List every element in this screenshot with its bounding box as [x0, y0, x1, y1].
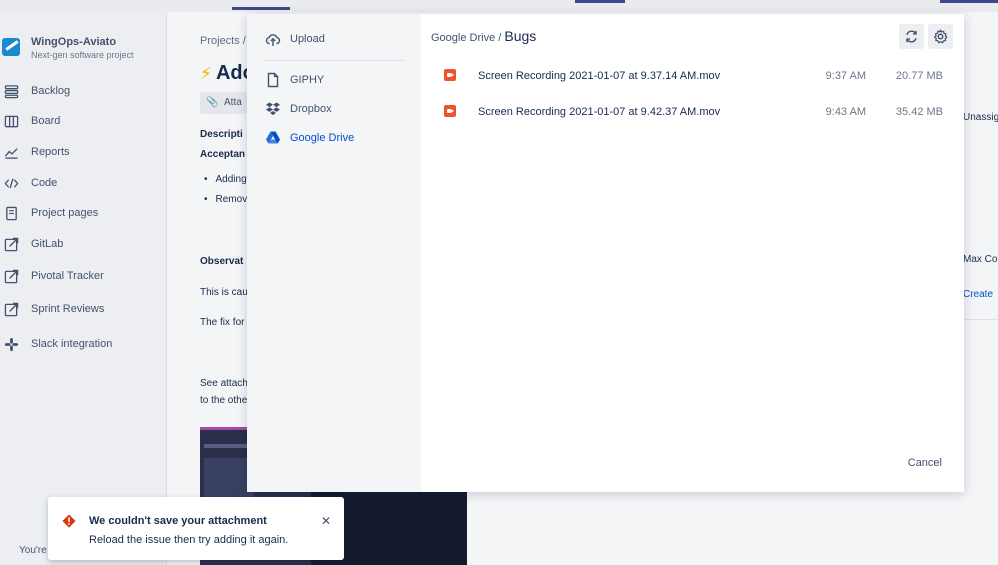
- list-item: Remov: [204, 194, 248, 205]
- video-file-icon: [444, 69, 456, 81]
- slack-icon: [3, 336, 19, 352]
- breadcrumb-root[interactable]: Google Drive: [431, 32, 495, 44]
- close-icon[interactable]: ✕: [321, 514, 331, 528]
- sidebar-item-label: Sprint Reviews: [31, 303, 105, 315]
- error-title: We couldn't save your attachment: [89, 515, 267, 527]
- project-type: Next-gen software project: [31, 50, 134, 60]
- external-link-icon: [3, 301, 19, 317]
- source-label: Upload: [290, 33, 325, 45]
- code-icon: [3, 175, 19, 191]
- backlog-icon: [3, 83, 19, 99]
- breadcrumb[interactable]: Projects /: [200, 35, 246, 47]
- file-size: 20.77 MB: [895, 70, 943, 82]
- file-row[interactable]: Screen Recording 2021-01-07 at 9.37.14 A…: [431, 64, 954, 88]
- refresh-button[interactable]: [899, 24, 924, 49]
- sidebar-item-label: Pivotal Tracker: [31, 270, 104, 282]
- refresh-icon: [906, 30, 917, 43]
- sidebar-item-label: GitLab: [31, 238, 64, 250]
- description-text: See attach: [200, 378, 248, 389]
- breadcrumb-separator: /: [498, 32, 502, 44]
- reports-icon: [3, 144, 19, 160]
- sidebar-item-label: Slack integration: [31, 338, 113, 350]
- sidebar-item-gitlab[interactable]: GitLab: [0, 234, 167, 254]
- google-drive-icon: [265, 130, 281, 146]
- nav-indicator: [575, 0, 625, 3]
- description-text: to the othe: [200, 395, 248, 406]
- source-label: GIPHY: [290, 74, 325, 86]
- file-size: 35.42 MB: [895, 106, 943, 118]
- source-label: Dropbox: [290, 103, 332, 115]
- source-giphy[interactable]: GIPHY: [265, 70, 324, 90]
- external-link-icon: [3, 236, 19, 252]
- external-link-icon: [3, 268, 19, 284]
- error-icon: [62, 514, 76, 528]
- project-sidebar: WingOps-Aviato Next-gen software project…: [0, 12, 167, 565]
- file-icon: [265, 72, 281, 88]
- acceptance-heading: Acceptan: [200, 149, 246, 160]
- source-list: Upload GIPHY Dropbox Google Drive: [247, 14, 421, 492]
- sidebar-item-reports[interactable]: Reports: [0, 142, 167, 162]
- sidebar-item-label: Project pages: [31, 207, 99, 219]
- sidebar-item-project-pages[interactable]: Project pages: [0, 203, 167, 223]
- reporter-value[interactable]: Max Co: [963, 254, 997, 265]
- source-google-drive[interactable]: Google Drive: [265, 128, 354, 148]
- file-time: 9:43 AM: [825, 106, 866, 118]
- nav-indicator: [232, 7, 290, 10]
- attach-button[interactable]: Atta: [200, 92, 248, 114]
- gear-icon: [933, 29, 948, 44]
- folder-breadcrumb: Google Drive / Bugs: [431, 28, 536, 44]
- file-row[interactable]: Screen Recording 2021-01-07 at 9.42.37 A…: [431, 100, 954, 124]
- sidebar-item-label: Reports: [31, 146, 70, 158]
- divider: [264, 60, 404, 61]
- board-icon: [3, 113, 19, 129]
- sidebar-item-pivotal-tracker[interactable]: Pivotal Tracker: [0, 266, 167, 286]
- project-name: WingOps-Aviato: [31, 36, 117, 48]
- sidebar-item-label: Code: [31, 177, 58, 189]
- source-label: Google Drive: [290, 132, 355, 144]
- divider: [962, 319, 998, 320]
- breadcrumb-current: Bugs: [504, 28, 537, 44]
- list-item: Adding: [204, 174, 247, 185]
- sidebar-item-board[interactable]: Board: [0, 111, 167, 131]
- sidebar-item-slack-integration[interactable]: Slack integration: [0, 334, 167, 354]
- file-time: 9:37 AM: [825, 70, 866, 82]
- file-name: Screen Recording 2021-01-07 at 9.42.37 A…: [478, 106, 721, 118]
- file-browser: Google Drive / Bugs Screen Recording 202…: [421, 14, 964, 492]
- page-icon: [3, 205, 19, 221]
- attachment-picker-dialog: Upload GIPHY Dropbox Google Drive Google…: [247, 14, 964, 492]
- observed-heading: Observat: [200, 256, 244, 267]
- description-text: The fix for: [200, 317, 245, 328]
- lightning-icon: ⚡: [200, 64, 212, 83]
- create-link[interactable]: Create: [963, 289, 993, 300]
- error-message: Reload the issue then try adding it agai…: [89, 534, 289, 546]
- dropbox-icon: [265, 101, 281, 117]
- sidebar-item-sprint-reviews[interactable]: Sprint Reviews: [0, 299, 167, 319]
- cancel-button[interactable]: Cancel: [908, 457, 942, 469]
- file-name: Screen Recording 2021-01-07 at 9.37.14 A…: [478, 70, 721, 82]
- project-header[interactable]: WingOps-Aviato Next-gen software project: [2, 36, 134, 60]
- source-dropbox[interactable]: Dropbox: [265, 99, 332, 119]
- project-avatar: [2, 38, 20, 56]
- assignee-value[interactable]: Unassig: [963, 112, 998, 123]
- footer-text: You're: [19, 545, 47, 556]
- cloud-upload-icon: [265, 31, 281, 47]
- sidebar-item-label: Backlog: [31, 85, 71, 97]
- nav-indicator: [940, 0, 998, 3]
- settings-button[interactable]: [928, 24, 953, 49]
- description-heading: Descripti: [200, 129, 243, 140]
- source-upload[interactable]: Upload: [265, 29, 325, 49]
- description-text: This is cau: [200, 287, 248, 298]
- video-file-icon: [444, 105, 456, 117]
- sidebar-item-backlog[interactable]: Backlog: [0, 81, 167, 101]
- sidebar-item-code[interactable]: Code: [0, 173, 167, 193]
- error-flag: We couldn't save your attachment Reload …: [48, 497, 344, 560]
- sidebar-item-label: Board: [31, 115, 61, 127]
- top-navigation-strip: [0, 0, 998, 12]
